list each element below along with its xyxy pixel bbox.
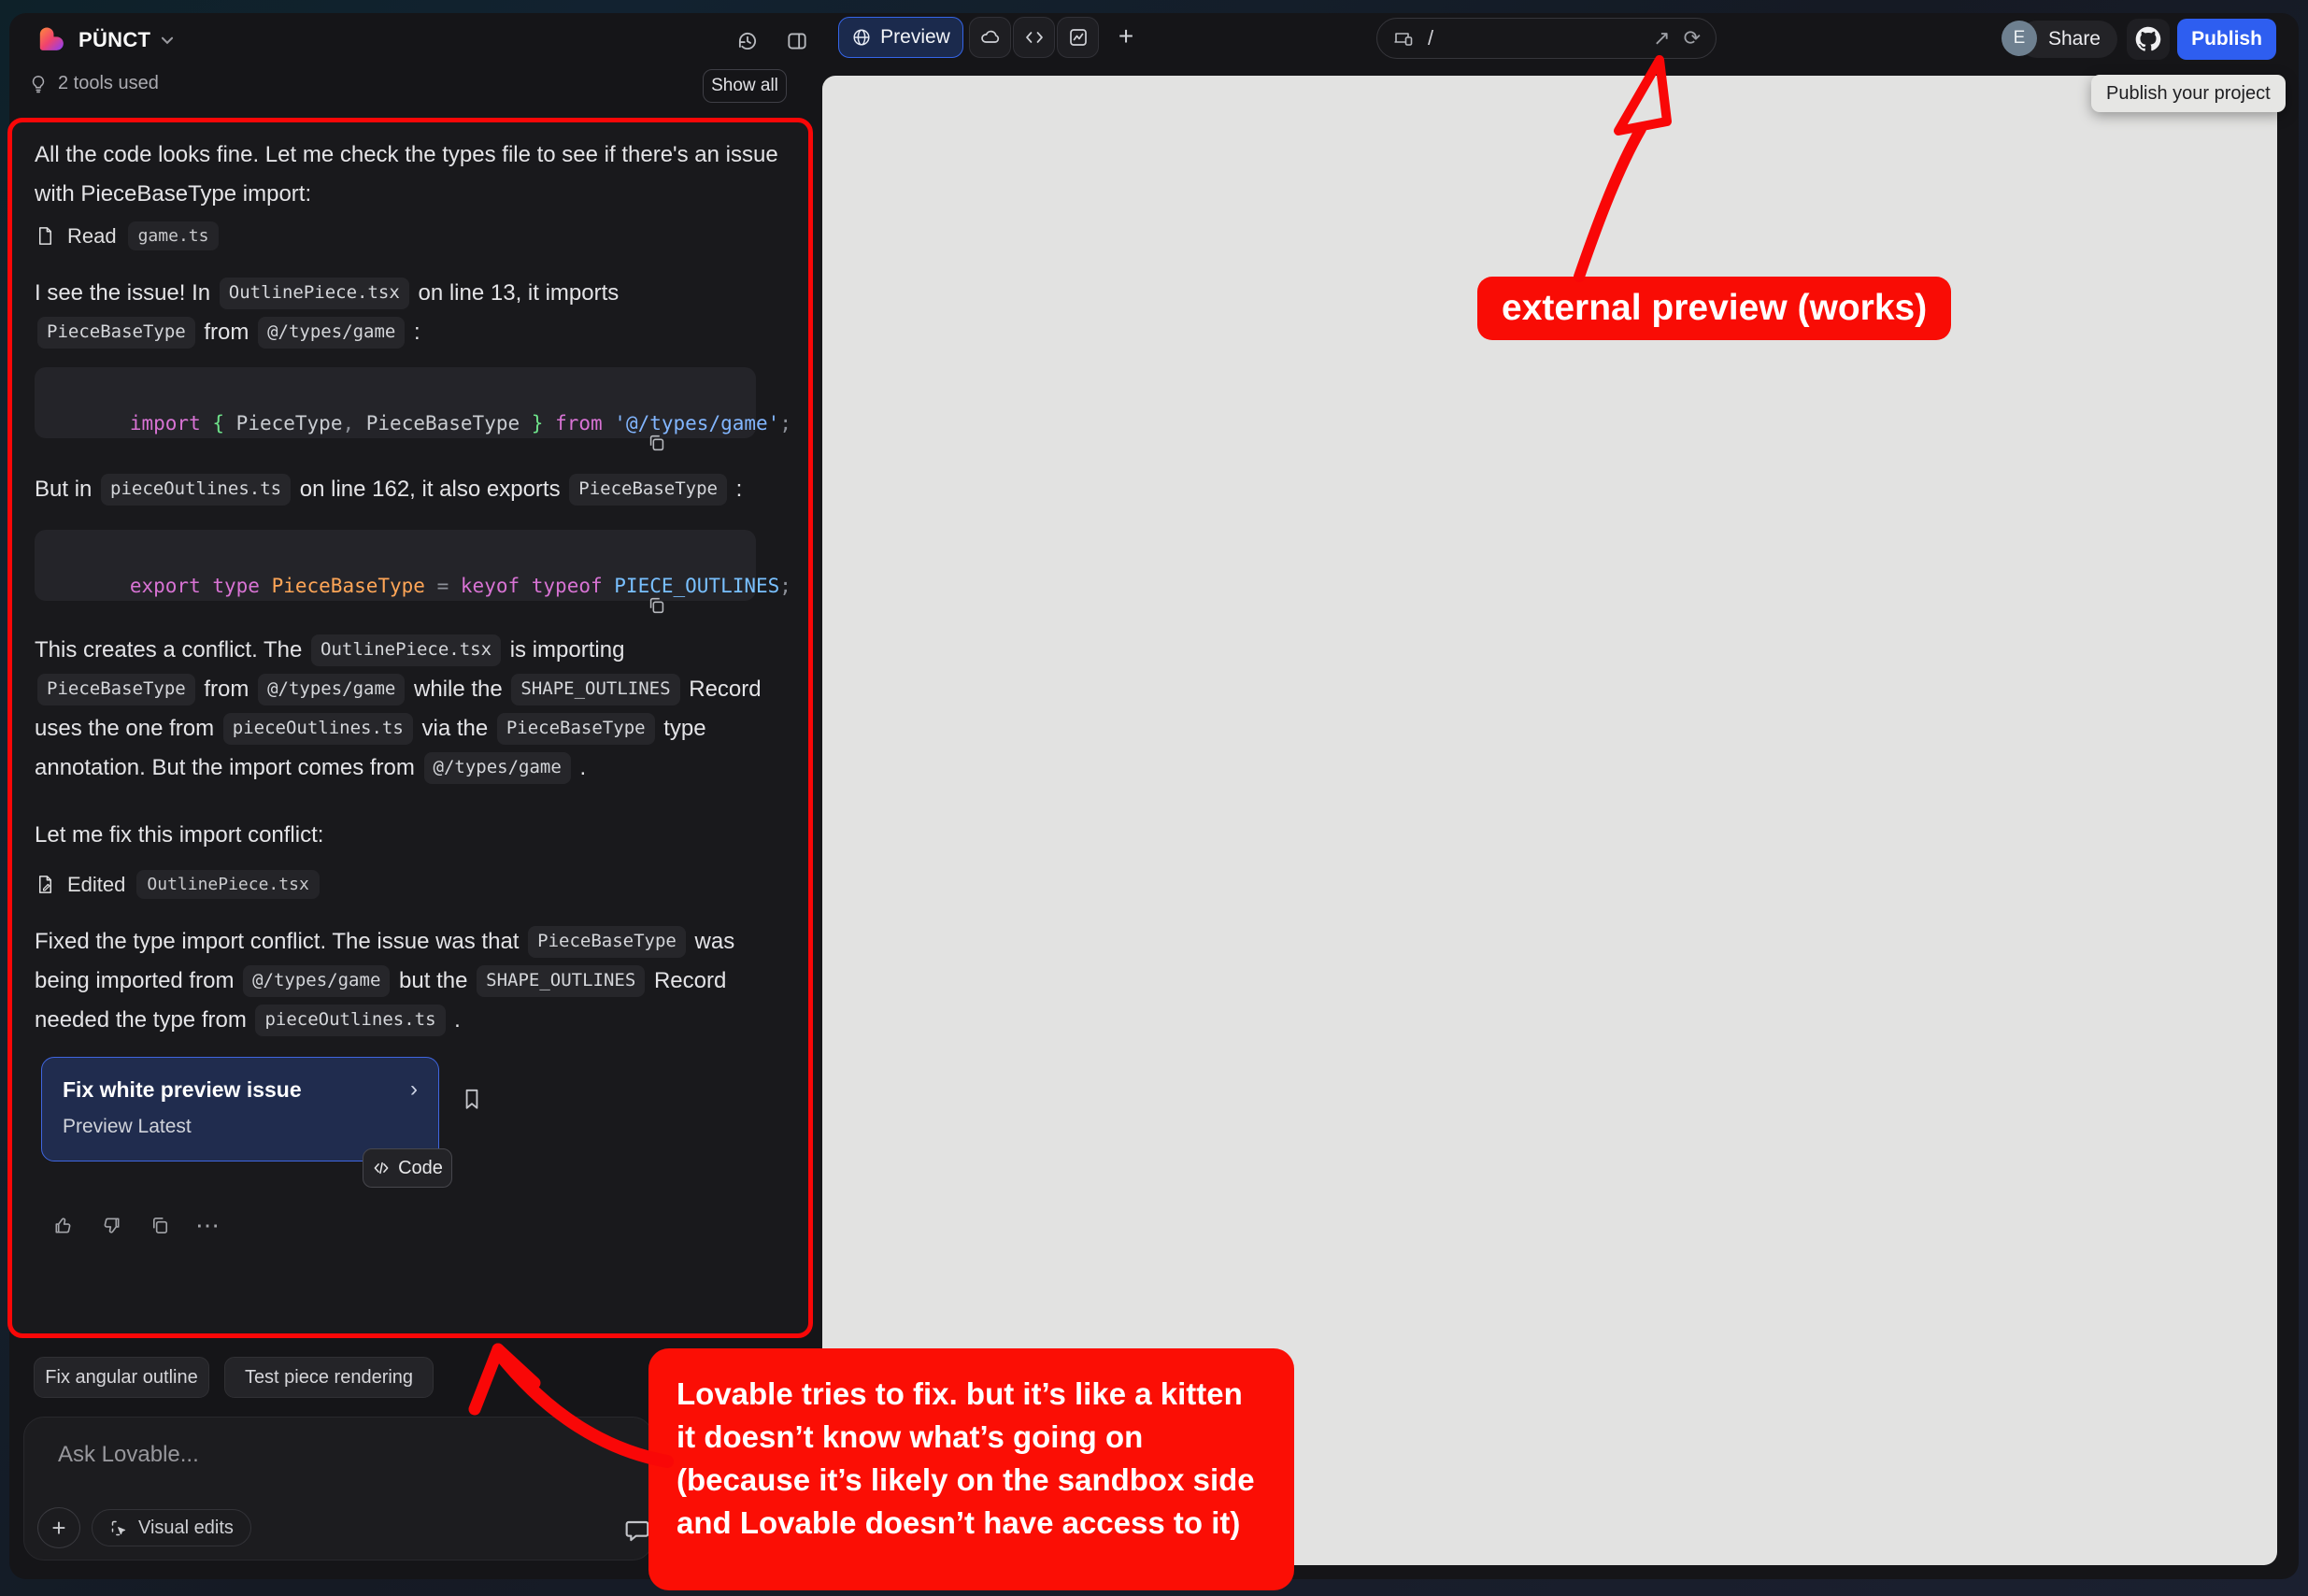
open-external-icon[interactable]: ↗ xyxy=(1653,28,1670,49)
suggestion-chip[interactable]: Fix angular outline xyxy=(34,1357,209,1398)
feedback-row: ⋯ xyxy=(51,1214,220,1236)
history-icon[interactable] xyxy=(734,28,762,54)
read-label: Read xyxy=(67,224,117,249)
tab-cloud[interactable] xyxy=(969,17,1011,58)
chat-paragraph: But in pieceOutlines.ts on line 162, it … xyxy=(35,470,782,509)
device-icon xyxy=(1392,27,1415,50)
version-card-subtitle: Preview Latest xyxy=(63,1116,418,1138)
avatar[interactable]: E xyxy=(2002,21,2037,56)
chat-paragraph: Let me fix this import conflict: xyxy=(35,816,782,855)
chat-paragraph: This creates a conflict. The OutlinePiec… xyxy=(35,631,782,788)
copy-message-icon[interactable] xyxy=(149,1214,171,1236)
edited-file-chip[interactable]: OutlinePiece.tsx xyxy=(136,870,319,899)
chat-paragraph: Fixed the type import conflict. The issu… xyxy=(35,922,782,1040)
project-name[interactable]: PÜNCT xyxy=(78,28,150,52)
visual-edits-button[interactable]: Visual edits xyxy=(92,1509,251,1546)
url-bar[interactable]: / ↗ ⟳ xyxy=(1376,18,1717,59)
bookmark-icon[interactable] xyxy=(460,1087,484,1111)
add-tab-button[interactable]: + xyxy=(1110,21,1142,52)
more-options-icon[interactable]: ⋯ xyxy=(197,1214,220,1236)
chat-message-area: All the code looks fine. Let me check th… xyxy=(7,118,813,1338)
url-path: / xyxy=(1428,26,1640,50)
code-block-export: export type PieceBaseType = keyof typeof… xyxy=(35,530,756,601)
sidebar-toggle-icon[interactable] xyxy=(783,28,811,54)
thumbs-down-icon[interactable] xyxy=(100,1214,122,1236)
chevron-right-icon: › xyxy=(410,1076,418,1103)
refresh-icon[interactable]: ⟳ xyxy=(1684,28,1701,49)
attach-button[interactable]: + xyxy=(37,1507,80,1548)
lovable-logo-icon[interactable] xyxy=(37,24,67,54)
tab-analytics[interactable] xyxy=(1057,17,1099,58)
chat-paragraph: I see the issue! In OutlinePiece.tsx on … xyxy=(35,274,782,352)
tab-code[interactable] xyxy=(1013,17,1055,58)
show-all-button[interactable]: Show all xyxy=(703,69,787,103)
read-tool-row[interactable]: Read game.ts xyxy=(35,221,219,250)
tools-used-label: 2 tools used xyxy=(58,73,159,94)
version-card-title: Fix white preview issue xyxy=(63,1077,302,1103)
file-edit-icon xyxy=(35,874,56,895)
thumbs-up-icon[interactable] xyxy=(51,1214,74,1236)
share-label: Share xyxy=(2048,28,2101,50)
edited-label: Edited xyxy=(67,873,125,897)
annotation-external-preview: external preview (works) xyxy=(1477,277,1951,340)
code-block-import: import { PieceType, PieceBaseType } from… xyxy=(35,367,756,438)
github-button[interactable] xyxy=(2127,19,2170,60)
tools-used-row[interactable]: 2 tools used xyxy=(28,73,159,94)
globe-icon xyxy=(851,27,872,48)
file-read-icon xyxy=(35,225,56,247)
publish-tooltip: Publish your project xyxy=(2091,75,2286,112)
suggestion-chip[interactable]: Test piece rendering xyxy=(224,1357,434,1398)
code-icon xyxy=(372,1159,391,1177)
chat-input-placeholder: Ask Lovable... xyxy=(58,1442,199,1468)
annotation-note: Lovable tries to fix. but it’s like a ki… xyxy=(648,1348,1294,1590)
publish-button[interactable]: Publish xyxy=(2177,19,2276,60)
lightbulb-icon xyxy=(28,74,49,94)
chat-input[interactable]: Ask Lovable... + Visual edits xyxy=(23,1417,653,1560)
tab-preview-label: Preview xyxy=(880,26,950,49)
code-toggle-button[interactable]: Code xyxy=(363,1148,452,1188)
read-file-chip[interactable]: game.ts xyxy=(128,221,220,250)
edited-tool-row[interactable]: Edited OutlinePiece.tsx xyxy=(35,870,320,899)
chat-paragraph: All the code looks fine. Let me check th… xyxy=(35,135,782,214)
chevron-down-icon[interactable] xyxy=(159,32,176,49)
visual-edits-icon xyxy=(109,1518,129,1538)
version-card[interactable]: Fix white preview issue › Preview Latest xyxy=(41,1057,439,1161)
tab-preview[interactable]: Preview xyxy=(838,17,963,58)
